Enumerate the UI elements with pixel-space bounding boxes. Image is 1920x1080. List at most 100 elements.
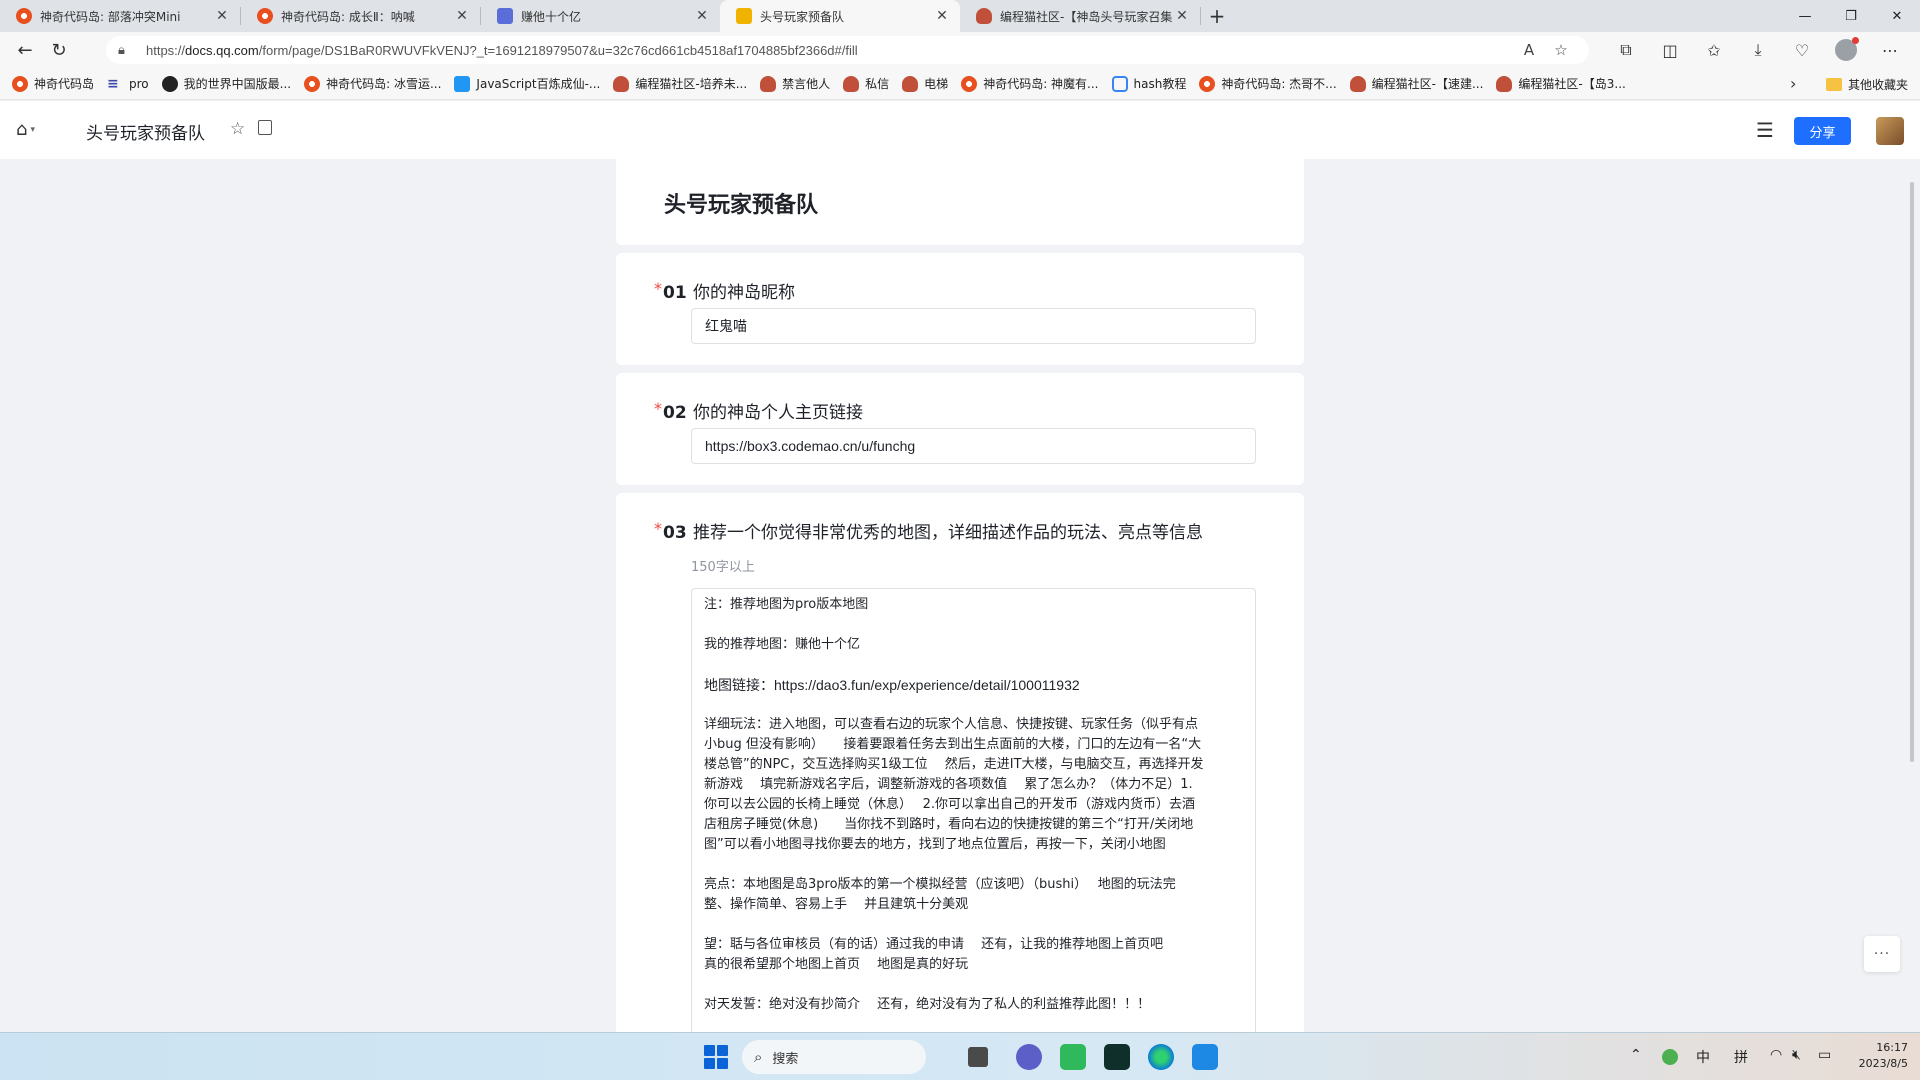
homepage-url-input[interactable]: https://box3.codemao.cn/u/funchg <box>691 428 1256 464</box>
question-label: 推荐一个你觉得非常优秀的地图，详细描述作品的玩法、亮点等信息 <box>693 523 1203 543</box>
minimize-icon[interactable]: — <box>1782 0 1828 32</box>
answer-line: 真的很希望那个地图上首页 地图是真的好玩 <box>704 957 969 972</box>
task-view-icon[interactable] <box>968 1047 988 1067</box>
minecraft-icon <box>161 75 178 92</box>
favorites-icon[interactable]: ✩ <box>1692 35 1736 65</box>
answer-line: 详细玩法：进入地图，可以查看右边的玩家个人信息、快捷按键、玩家任务（似乎有点 <box>704 717 1199 732</box>
bookmark-item[interactable]: 编程猫社区-【速建... <box>1349 75 1483 92</box>
answer-line: 亮点：本地图是岛3pro版本的第一个模拟经营（应该吧）（bushi） 地图的玩法… <box>704 877 1176 892</box>
windows-start-icon[interactable] <box>704 1045 728 1069</box>
tab-shendao-growth[interactable]: 神奇代码岛: 成长Ⅱ：呐喊 ✕ <box>241 0 480 32</box>
chevron-right-icon[interactable]: › <box>1790 74 1796 93</box>
bookmark-item[interactable]: 电梯 <box>902 75 948 92</box>
bookmark-item[interactable]: 神奇代码岛: 神魔有... <box>961 75 1099 92</box>
answer-line <box>704 975 1243 995</box>
answer-line: 整、操作简单、容易上手 并且建筑十分美观 <box>704 897 969 912</box>
bookmark-tag-icon[interactable] <box>258 120 272 135</box>
notes-app-icon[interactable] <box>1060 1044 1086 1070</box>
bookmark-item[interactable]: 神奇代码岛: 杰哥不... <box>1199 75 1337 92</box>
chevron-up-icon[interactable]: ⌃ <box>1630 1047 1642 1063</box>
pycharm-icon[interactable] <box>1104 1044 1130 1070</box>
tencent-docs-icon <box>736 8 752 24</box>
hamburger-menu-icon[interactable]: ☰ <box>1756 118 1774 142</box>
bookmark-item[interactable]: 禁言他人 <box>760 75 830 92</box>
answer-line: 小bug 但没有影响） 接着要跟着任务去到出生点面前的大楼，门口的左边有一名“大 <box>704 737 1202 752</box>
bookmark-item[interactable]: 神奇代码岛 <box>12 75 94 92</box>
bookmark-item[interactable]: ≡ pro <box>107 76 149 92</box>
ime-mode[interactable]: 拼 <box>1734 1047 1748 1067</box>
browser-essentials-icon[interactable]: ♡ <box>1780 35 1824 65</box>
bookmark-item[interactable]: 神奇代码岛: 冰雪运... <box>304 75 441 92</box>
form-title-card: 头号玩家预备队 <box>616 159 1304 245</box>
user-avatar[interactable] <box>1876 117 1904 145</box>
lock-icon[interactable]: 🔒︎ <box>118 43 138 58</box>
caret-down-icon: ▾ <box>30 124 35 135</box>
refresh-icon[interactable]: ↻ <box>42 35 76 65</box>
home-button[interactable]: ⌂ ▾ <box>16 119 35 140</box>
url-text[interactable]: https://docs.qq.com/form/page/DS1BaR0RWU… <box>146 43 1513 58</box>
close-window-icon[interactable]: ✕ <box>1874 0 1920 32</box>
feishu-app-icon[interactable] <box>1192 1044 1218 1070</box>
map-description-textarea[interactable]: 注：推荐地图为pro版本地图 我的推荐地图：赚他十个亿 地图链接：https:/… <box>691 588 1256 1038</box>
restore-icon[interactable]: ❐ <box>1828 0 1874 32</box>
share-button[interactable]: 分享 <box>1794 117 1851 145</box>
shendao-icon <box>257 8 273 24</box>
battery-icon[interactable]: ▭ <box>1818 1047 1831 1063</box>
close-icon[interactable]: ✕ <box>934 8 950 24</box>
taskbar-search-box[interactable]: ⌕ 搜索 <box>742 1040 926 1074</box>
answer-line: 你可以去公园的长椅上睡觉（休息） 2.你可以拿出自己的开发币（游戏内货币）去酒 <box>704 797 1196 812</box>
edge-browser-icon[interactable] <box>1148 1044 1174 1070</box>
teams-chat-icon[interactable] <box>1016 1044 1042 1070</box>
downloads-icon[interactable]: ⤓ <box>1736 35 1780 65</box>
question-card-02: * 02 你的神岛个人主页链接 https://box3.codemao.cn/… <box>616 373 1304 485</box>
tab-codemao[interactable]: 编程猫社区-【神岛头号玩家召集 ✕ <box>960 0 1200 32</box>
tab-active-form[interactable]: 头号玩家预备队 ✕ <box>720 0 960 32</box>
bookmark-item[interactable]: 我的世界中国版最... <box>161 75 291 92</box>
bookmark-item[interactable]: 编程猫社区-【岛3... <box>1496 75 1626 92</box>
star-icon[interactable]: ☆ <box>230 119 245 139</box>
bookmark-item[interactable]: 编程猫社区-培养未... <box>613 75 747 92</box>
more-options-icon[interactable]: ··· <box>1864 936 1900 972</box>
close-icon[interactable]: ✕ <box>1174 8 1190 24</box>
extensions-icon[interactable]: ⧉ <box>1604 35 1648 65</box>
close-icon[interactable]: ✕ <box>694 8 710 24</box>
answer-line: 我的推荐地图：赚他十个亿 <box>704 637 861 652</box>
profile-icon[interactable] <box>1824 35 1868 65</box>
other-bookmarks-folder[interactable]: 其他收藏夹 <box>1826 76 1908 93</box>
bookmark-item[interactable]: hash教程 <box>1111 75 1186 92</box>
js-icon <box>454 75 471 92</box>
back-arrow-icon[interactable]: ← <box>8 35 42 65</box>
speaker-muted-icon[interactable]: 🔇︎ <box>1792 1047 1801 1063</box>
doc-title[interactable]: 头号玩家预备队 <box>86 119 205 144</box>
tab-title: 神奇代码岛: 成长Ⅱ：呐喊 <box>281 9 415 24</box>
system-clock[interactable]: 16:17 2023/8/5 <box>1848 1040 1908 1072</box>
new-tab-button[interactable]: + <box>1201 0 1233 32</box>
close-icon[interactable]: ✕ <box>454 8 470 24</box>
bookmark-item[interactable]: 私信 <box>843 75 889 92</box>
address-bar[interactable]: 🔒︎ https://docs.qq.com/form/page/DS1BaR0… <box>106 36 1589 64</box>
form-container: 头号玩家预备队 * 01 你的神岛昵称 红鬼喵 * 02 你的神岛个人主页链接 … <box>616 159 1304 1038</box>
close-icon[interactable]: ✕ <box>214 8 230 24</box>
favorite-star-icon[interactable]: ☆ <box>1545 41 1577 59</box>
split-screen-icon[interactable]: ◫ <box>1648 35 1692 65</box>
page-scrollbar[interactable] <box>1910 182 1914 762</box>
shendao-icon <box>1199 75 1216 92</box>
question-number: 01 <box>663 283 687 303</box>
more-menu-icon[interactable]: ⋯ <box>1868 35 1912 65</box>
nickname-input[interactable]: 红鬼喵 <box>691 308 1256 344</box>
tab-zhuan-ta[interactable]: 赚他十个亿 ✕ <box>481 0 720 32</box>
docs-header: ⌂ ▾ 头号玩家预备队 ☆ ☰ 分享 <box>0 101 1920 159</box>
tab-shendao-clash[interactable]: 神奇代码岛: 部落冲突Mini ✕ <box>0 0 240 32</box>
codemao-icon <box>843 75 860 92</box>
read-aloud-icon[interactable]: A <box>1513 41 1545 59</box>
wifi-icon[interactable]: ◠ <box>1770 1047 1782 1063</box>
pro-icon: ≡ <box>107 75 119 92</box>
shendao-icon <box>12 75 28 92</box>
question-header: * 01 你的神岛昵称 <box>654 278 795 303</box>
codemao-icon <box>976 8 992 24</box>
tray-app-icon[interactable] <box>1662 1049 1678 1065</box>
ime-language[interactable]: 中 <box>1696 1047 1710 1067</box>
tab-title: 赚他十个亿 <box>521 9 582 24</box>
bookmark-item[interactable]: JavaScript百炼成仙-... <box>454 75 600 92</box>
answer-line: 楼总管”的NPC，交互选择购买1级工位 然后，走进IT大楼，与电脑交互，再选择开… <box>704 757 1204 772</box>
